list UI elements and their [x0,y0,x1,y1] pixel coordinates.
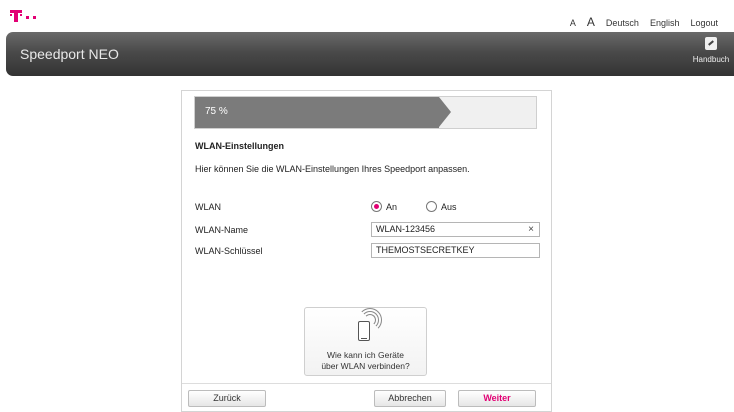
wlan-key-field[interactable] [371,243,540,258]
wlan-on-label: An [386,201,398,212]
wlan-off-label: Aus [441,201,457,212]
radio-unselected-icon [426,201,437,212]
wlan-name-input[interactable] [376,224,516,234]
next-button[interactable]: Weiter [458,390,536,407]
wlan-off-radio[interactable]: Aus [426,201,457,212]
section-description: Hier können Sie die WLAN-Einstellungen I… [195,164,470,174]
telekom-logo [10,7,36,23]
wlan-key-label: WLAN-Schlüssel [195,246,263,256]
wizard-panel: 75 % WLAN-Einstellungen Hier können Sie … [181,90,552,412]
wlan-key-input[interactable] [376,245,516,255]
wlan-help-card[interactable]: Wie kann ich Geräte über WLAN verbinden? [304,307,427,376]
cancel-button[interactable]: Abbrechen [374,390,446,407]
manual-label: Handbuch [692,55,730,64]
progress-fill [195,97,439,128]
progress-bar: 75 % [194,96,537,129]
progress-arrow [439,97,451,127]
help-card-line1: Wie kann ich Geräte [326,350,404,360]
clear-icon[interactable]: × [528,223,534,236]
back-button[interactable]: Zurück [188,390,266,407]
telekom-t-icon [10,8,22,22]
wlan-name-field[interactable]: × [371,222,540,237]
logout-link[interactable]: Logout [690,18,718,28]
language-english-link[interactable]: English [650,18,680,28]
wlan-label: WLAN [195,202,222,212]
section-title: WLAN-Einstellungen [195,141,284,151]
manual-button[interactable]: Handbuch [688,37,734,64]
phone-wifi-icon [346,308,386,346]
font-size-large-link[interactable]: A [587,15,595,29]
progress-label: 75 % [205,106,228,117]
font-size-small-link[interactable]: A [570,18,576,28]
app-title: Speedport NEO [20,46,119,62]
wlan-on-radio[interactable]: An [371,201,397,212]
help-card-line2: über WLAN verbinden? [321,361,410,371]
manual-icon [705,37,717,50]
app-header: Speedport NEO Handbuch [6,32,734,76]
top-links: A A Deutsch English Logout [570,15,718,29]
wlan-name-label: WLAN-Name [195,225,249,235]
language-deutsch-link[interactable]: Deutsch [606,18,639,28]
radio-selected-icon [371,201,382,212]
wizard-footer: Zurück Abbrechen Weiter [182,383,551,412]
